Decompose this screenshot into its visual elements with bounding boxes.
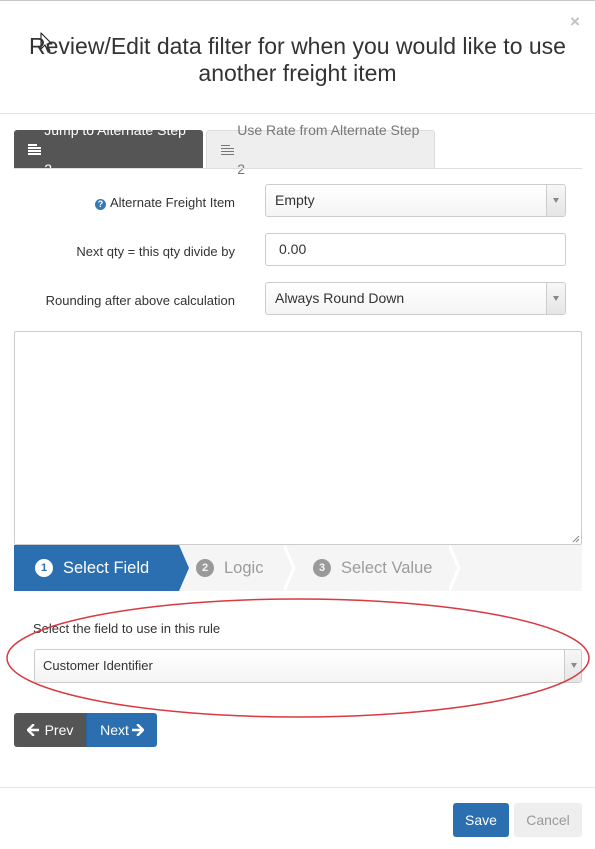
next-qty-label: Next qty = this qty divide by xyxy=(76,244,235,259)
wizard-steps: 1 Select Field 2 Logic 3 Select Value xyxy=(14,545,582,591)
chevron-down-icon[interactable] xyxy=(546,185,565,216)
close-icon[interactable]: × xyxy=(567,13,583,31)
step-separator-icon xyxy=(284,545,296,591)
arrow-left-icon xyxy=(26,724,39,736)
alternate-freight-item-label: ? Alternate Freight Item xyxy=(14,195,235,210)
tab-jump-to-alternate-step-2[interactable]: Jump to Alternate Step 2 xyxy=(14,122,203,177)
chevron-down-icon[interactable] xyxy=(564,650,581,682)
tab-use-rate-from-alternate-step-2[interactable]: Use Rate from Alternate Step 2 xyxy=(206,122,435,177)
step-label: Select Field xyxy=(63,558,150,577)
arrow-right-icon xyxy=(131,724,144,736)
field-picker-value: Customer Identifier xyxy=(43,658,153,673)
footer-divider xyxy=(0,787,595,788)
wizard-step-select-field[interactable]: 1 Select Field xyxy=(14,545,179,591)
step-label: Logic xyxy=(224,558,264,577)
tab-label: Jump to Alternate Step 2 xyxy=(44,121,186,177)
step-number-badge: 1 xyxy=(35,559,53,577)
field-picker-label: Select the field to use in this rule xyxy=(33,621,221,636)
tab-label: Use Rate from Alternate Step 2 xyxy=(237,122,420,177)
modal-top-border xyxy=(0,0,595,1)
cancel-button[interactable]: Cancel xyxy=(514,803,582,837)
wizard-step-select-value[interactable]: 3 Select Value xyxy=(313,545,432,591)
step-label: Select Value xyxy=(341,558,433,577)
field-picker-select[interactable]: Customer Identifier xyxy=(34,649,582,683)
rule-textarea[interactable] xyxy=(14,331,582,545)
rounding-select[interactable]: Always Round Down xyxy=(265,282,566,315)
rounding-label: Rounding after above calculation xyxy=(45,293,235,308)
modal-title: Review/Edit data filter for when you wou… xyxy=(29,33,566,86)
next-label: Next xyxy=(100,722,129,738)
resize-grip-icon[interactable] xyxy=(572,535,580,543)
save-button[interactable]: Save xyxy=(453,803,509,837)
wizard-step-logic[interactable]: 2 Logic xyxy=(196,545,263,591)
alternate-freight-item-select[interactable]: Empty xyxy=(265,184,566,217)
next-qty-value: 0.00 xyxy=(279,241,307,257)
step-number-badge: 3 xyxy=(313,559,331,577)
list-lines-icon xyxy=(221,144,234,156)
next-button[interactable]: Next xyxy=(86,713,157,747)
alternate-freight-item-value: Empty xyxy=(275,192,315,208)
next-qty-input[interactable]: 0.00 xyxy=(265,233,566,266)
chevron-down-icon[interactable] xyxy=(546,283,565,314)
tab-divider xyxy=(14,168,582,169)
question-circle-icon[interactable]: ? xyxy=(95,199,106,210)
step-separator-icon xyxy=(449,545,461,591)
rounding-value: Always Round Down xyxy=(275,290,405,306)
prev-button[interactable]: Prev xyxy=(14,713,86,747)
step-number-badge: 2 xyxy=(196,559,214,577)
alternate-freight-item-label-text: Alternate Freight Item xyxy=(110,195,235,210)
prev-label: Prev xyxy=(44,722,74,738)
list-lines-icon xyxy=(28,144,41,155)
